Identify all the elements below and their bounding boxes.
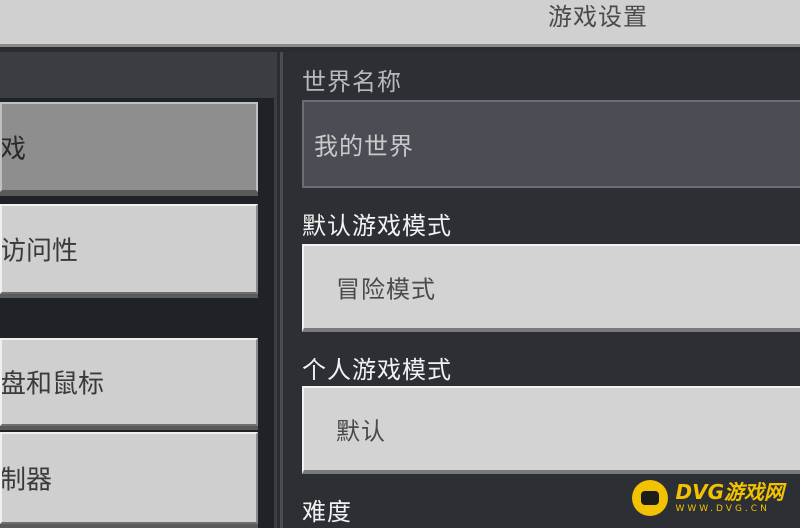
personal-game-mode-dropdown[interactable]: 默认 [302, 386, 800, 474]
sidebar-item-controller[interactable]: 制器 [0, 432, 258, 524]
world-name-input[interactable]: 我的世界 [302, 100, 800, 188]
default-game-mode-value: 冒险模式 [336, 275, 436, 304]
sidebar-item-label: 访问性 [0, 236, 79, 267]
personal-game-mode-label: 个人游戏模式 [302, 356, 452, 384]
sidebar-item-game[interactable]: 戏 [0, 102, 258, 192]
default-game-mode-label: 默认游戏模式 [302, 212, 452, 240]
sidebar-top-strip [0, 52, 274, 98]
default-game-mode-dropdown[interactable]: 冒险模式 [302, 244, 800, 332]
sidebar-item-label: 戏 [0, 134, 27, 165]
personal-game-mode-value: 默认 [336, 417, 386, 446]
sidebar-item-accessibility[interactable]: 访问性 [0, 204, 258, 294]
watermark-text: DVG游戏网 WWW.DVG.CN [676, 482, 785, 514]
sidebar-item-keyboard-mouse[interactable]: 盘和鼠标 [0, 338, 258, 426]
page-title: 游戏设置 [548, 3, 648, 31]
sidebar-item-label: 制器 [0, 465, 53, 496]
watermark-brand: DVG游戏网 [675, 480, 785, 504]
world-name-value: 我的世界 [314, 132, 414, 161]
watermark: DVG游戏网 WWW.DVG.CN [631, 476, 785, 520]
world-name-label: 世界名称 [302, 68, 402, 96]
watermark-url: WWW.DVG.CN [675, 504, 770, 514]
sidebar-item-label: 盘和鼠标 [0, 369, 105, 400]
gamepad-logo-icon [631, 480, 668, 516]
header-bar: 游戏设置 [0, 0, 800, 47]
settings-screen: 游戏设置 戏 访问性 盘和鼠标 制器 世界名称 我的世界 默认游戏模式 冒险模式… [0, 0, 800, 528]
difficulty-label: 难度 [302, 498, 352, 526]
